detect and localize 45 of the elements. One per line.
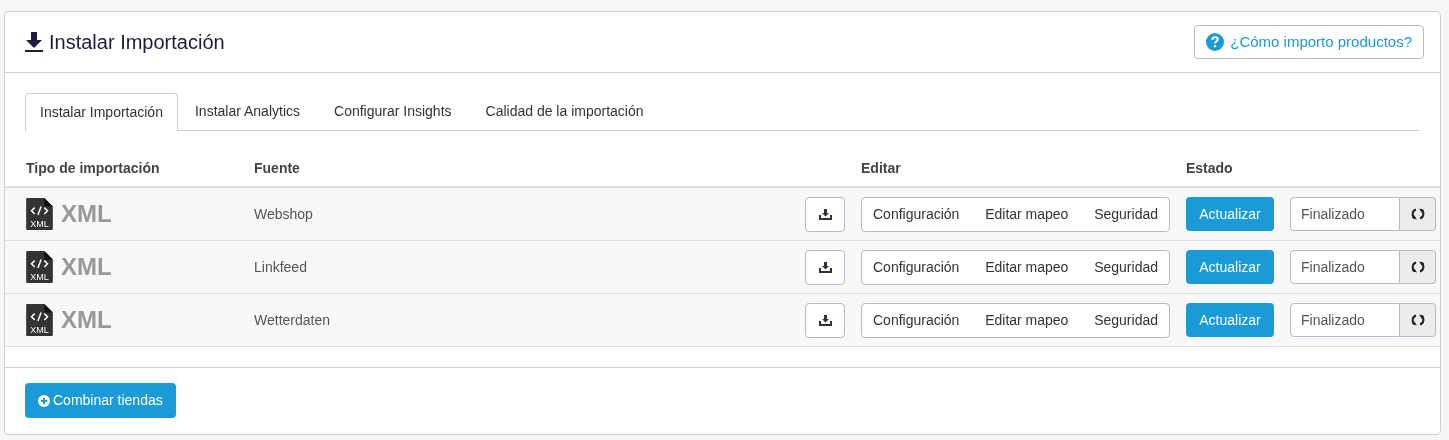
download-button[interactable]: [805, 249, 845, 285]
tab[interactable]: Configurar Insights: [317, 93, 469, 130]
xml-file-icon: XML: [26, 198, 53, 230]
edit-action-button[interactable]: Seguridad: [1084, 250, 1168, 284]
download-button[interactable]: [805, 302, 845, 338]
refresh-icon: [1410, 313, 1425, 327]
help-icon: [1206, 33, 1225, 51]
refresh-button[interactable]: [1400, 197, 1436, 231]
edit-action-button[interactable]: Configuración: [863, 303, 970, 337]
import-type: XML: [61, 252, 112, 282]
plus-circle-icon: [38, 394, 50, 407]
tab[interactable]: Instalar Importación: [25, 93, 178, 131]
status-field: Finalizado: [1290, 303, 1400, 337]
xml-file-icon: XML: [26, 304, 53, 336]
refresh-icon: [1410, 207, 1425, 221]
source-name: Linkfeed: [254, 257, 308, 277]
edit-action-button[interactable]: Seguridad: [1084, 303, 1168, 337]
download-icon: [818, 208, 832, 220]
tab[interactable]: Calidad de la importación: [468, 93, 661, 130]
download-icon: [818, 261, 832, 273]
refresh-button[interactable]: [1400, 250, 1436, 284]
edit-action-button[interactable]: Configuración: [863, 250, 970, 284]
edit-action-button[interactable]: Editar mapeo: [975, 250, 1079, 284]
import-type: XML: [61, 199, 112, 229]
edit-action-button[interactable]: Editar mapeo: [975, 197, 1079, 231]
edit-action-button[interactable]: Seguridad: [1084, 197, 1168, 231]
status-field: Finalizado: [1290, 250, 1400, 284]
import-type: XML: [61, 305, 112, 335]
refresh-icon: [1410, 260, 1425, 274]
column-header: Tipo de importación: [25, 159, 161, 178]
edit-action-button[interactable]: Configuración: [863, 197, 970, 231]
source-name: Webshop: [254, 204, 314, 224]
status-field: Finalizado: [1290, 197, 1400, 231]
refresh-button[interactable]: [1400, 303, 1436, 337]
column-header: Editar: [861, 159, 902, 178]
download-icon: [25, 32, 43, 52]
page-title: Instalar Importación: [49, 30, 225, 55]
edit-action-button[interactable]: Editar mapeo: [975, 303, 1079, 337]
download-icon: [818, 314, 832, 326]
download-button[interactable]: [805, 196, 845, 232]
source-name: Wetterdaten: [254, 310, 331, 330]
column-header: Fuente: [254, 159, 301, 178]
column-header: Estado: [1186, 159, 1233, 178]
tab[interactable]: Instalar Analytics: [177, 93, 317, 130]
xml-file-icon: XML: [26, 251, 53, 283]
